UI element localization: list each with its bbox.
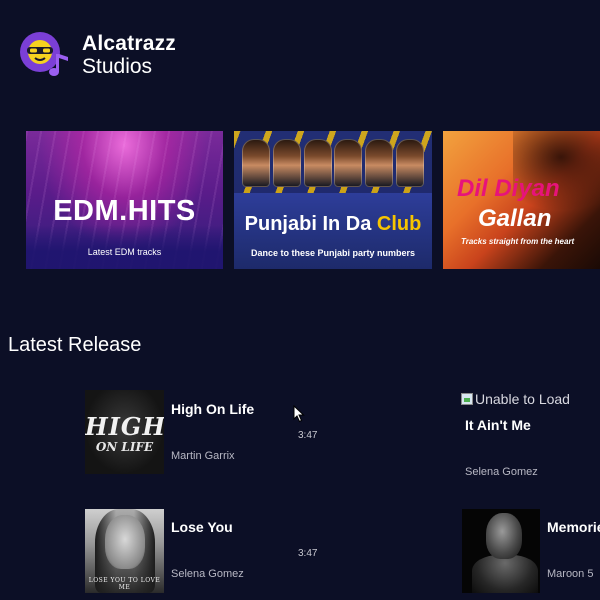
album-cover-broken: Unable to Load bbox=[461, 391, 570, 407]
banner-title: Punjabi In Da Club bbox=[234, 213, 432, 236]
brand[interactable]: Alcatrazz Studios bbox=[18, 28, 176, 82]
track-title: Lose You bbox=[171, 519, 233, 535]
banner-title-line2: Gallan bbox=[478, 205, 552, 232]
banner-title-line1: Dil Diyan bbox=[457, 175, 560, 202]
logo-icon bbox=[18, 28, 72, 82]
artist-photo bbox=[395, 139, 424, 187]
track-artist: Selena Gomez bbox=[465, 466, 538, 478]
track-duration: 3:47 bbox=[298, 430, 318, 441]
banner-dil-diyan-gallan[interactable]: Dil Diyan Gallan Tracks straight from th… bbox=[443, 131, 600, 269]
artist-photo bbox=[365, 139, 394, 187]
banner-subtitle: Tracks straight from the heart bbox=[461, 237, 575, 246]
track-title: Memories bbox=[547, 519, 600, 535]
cover-face bbox=[105, 515, 145, 569]
banner-artist-photos bbox=[242, 139, 424, 195]
cover-face bbox=[486, 513, 522, 559]
banner-title-main: Punjabi In Da bbox=[244, 213, 377, 235]
banner-punjabi-in-da-club[interactable]: Punjabi In Da Club Dance to these Punjab… bbox=[234, 131, 432, 269]
cover-body bbox=[472, 555, 538, 593]
track-card-high-on-life[interactable]: HIGH ON LIFE High On Life 3:47 Martin Ga… bbox=[85, 390, 325, 476]
banner-title-accent: Club bbox=[376, 213, 422, 235]
latest-release-heading: Latest Release bbox=[8, 334, 142, 356]
brand-name: Alcatrazz bbox=[82, 31, 177, 55]
artist-photo bbox=[303, 139, 332, 187]
track-artist: Maroon 5 bbox=[547, 568, 594, 580]
track-artist: Martin Garrix bbox=[171, 450, 235, 462]
broken-image-icon bbox=[461, 393, 473, 405]
banner-subtitle: Latest EDM tracks bbox=[87, 247, 162, 257]
banner-edm-hits[interactable]: EDM.HITS Latest EDM tracks bbox=[26, 131, 223, 269]
playlist-carousel[interactable]: EDM.HITS Latest EDM tracks Punjabi In Da… bbox=[26, 131, 600, 269]
track-title: It Ain't Me bbox=[465, 417, 531, 433]
track-card-it-aint-me[interactable]: Unable to Load It Ain't Me Selena Gomez bbox=[461, 390, 600, 480]
album-cover bbox=[462, 509, 540, 593]
brand-subtitle: Studios bbox=[82, 55, 153, 78]
track-duration: 3:47 bbox=[298, 548, 318, 559]
cover-text-high: HIGH bbox=[85, 412, 164, 441]
track-title: High On Life bbox=[171, 401, 255, 417]
image-alt-text: Unable to Load bbox=[475, 391, 570, 407]
track-artist: Selena Gomez bbox=[171, 568, 244, 580]
album-cover: HIGH ON LIFE bbox=[85, 390, 164, 474]
banner-title: EDM.HITS bbox=[53, 195, 196, 227]
artist-photo bbox=[242, 139, 270, 187]
track-card-memories[interactable]: Memories Maroon 5 bbox=[462, 509, 600, 595]
artist-photo bbox=[334, 139, 363, 187]
banner-subtitle: Dance to these Punjabi party numbers bbox=[250, 248, 416, 258]
album-cover: LOSE YOU TO LOVE ME bbox=[85, 509, 164, 593]
artist-photo bbox=[272, 139, 301, 187]
cover-caption: LOSE YOU TO LOVE ME bbox=[88, 577, 161, 591]
track-card-lose-you[interactable]: LOSE YOU TO LOVE ME Lose You 3:47 Selena… bbox=[85, 509, 325, 595]
cover-text-on-life: ON LIFE bbox=[95, 440, 154, 454]
